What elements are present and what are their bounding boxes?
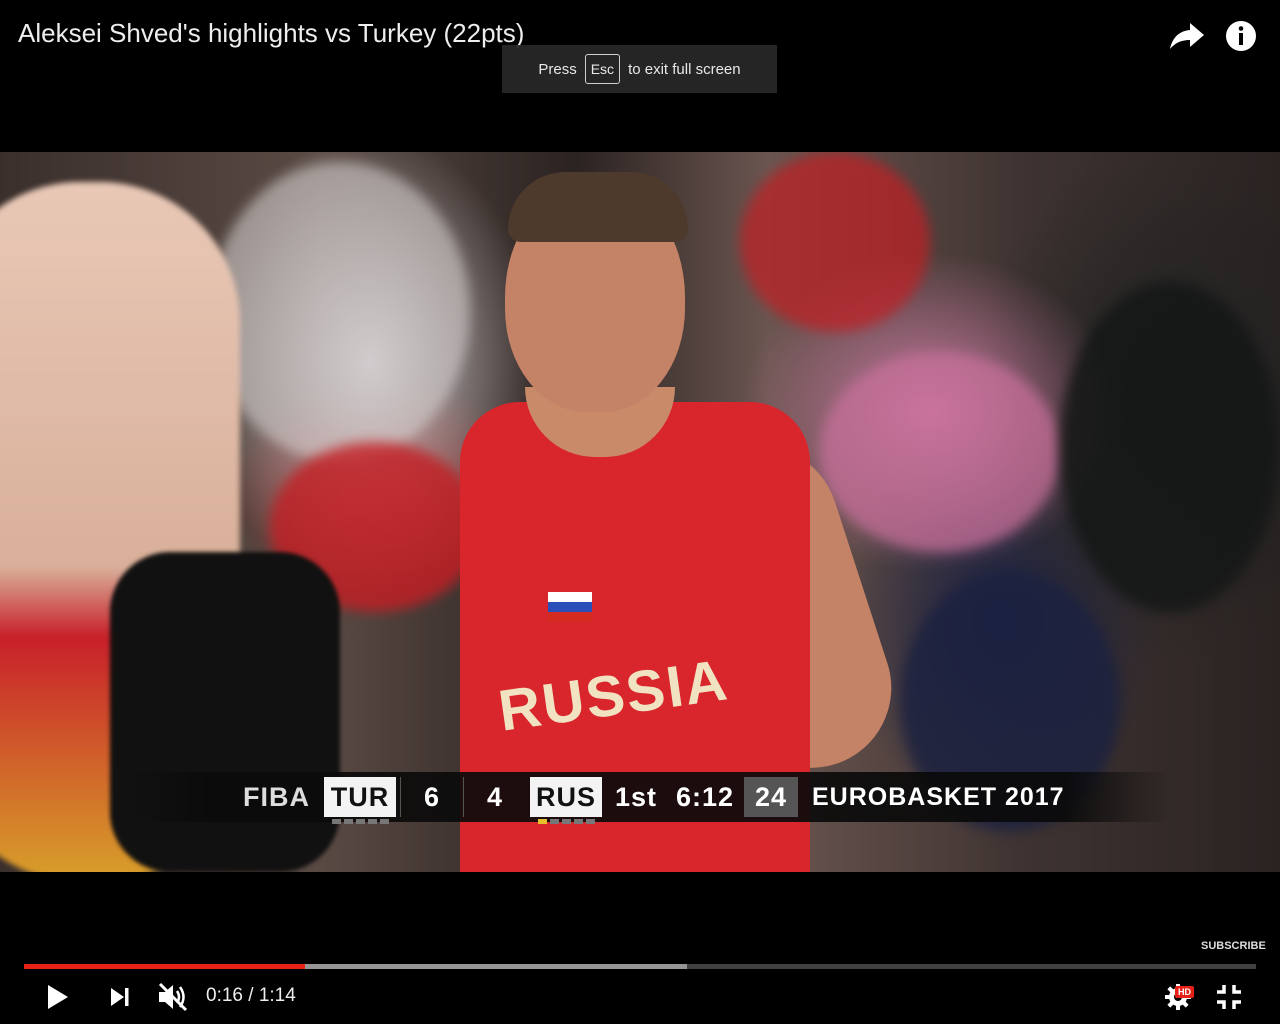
player-hair: [508, 172, 688, 242]
progress-bar[interactable]: [24, 964, 1256, 969]
crowd-figure: [740, 152, 930, 332]
scoreboard-shot-clock: 24: [744, 777, 798, 817]
scoreboard-team-home: TUR: [324, 777, 396, 824]
video-title[interactable]: Aleksei Shved's highlights vs Turkey (22…: [18, 18, 524, 49]
scoreboard-team-away: RUS: [530, 777, 602, 824]
volume-muted-icon: [158, 982, 188, 1012]
team-fouls-indicator: [534, 819, 598, 824]
scoreboard-league: FIBA: [243, 781, 310, 812]
toast-press-label: Press: [538, 60, 577, 78]
duration: 1:14: [258, 985, 296, 1006]
play-button[interactable]: [42, 980, 74, 1014]
scoreboard-game-clock: 6:12: [675, 781, 735, 812]
next-icon: [111, 988, 129, 1006]
mute-button[interactable]: [154, 980, 192, 1014]
team-fouls-indicator: [328, 819, 392, 824]
scoreboard-score-away: 4: [463, 777, 526, 817]
team-home-code: TUR: [330, 781, 390, 812]
scoreboard-overlay: FIBA TUR 6 4 RUS 1st 6:12 24 EUROBASKET …: [130, 772, 1170, 824]
current-time: 0:16: [206, 985, 243, 1006]
fullscreen-toast: Press Esc to exit full screen: [502, 45, 777, 93]
share-icon[interactable]: [1169, 18, 1205, 54]
crowd-figure: [820, 352, 1060, 552]
next-button[interactable]: [104, 980, 136, 1014]
video-frame[interactable]: RUSSIA FIBA TUR 6 4 RUS 1st 6:12 24 EURO…: [0, 152, 1280, 872]
subscribe-watermark[interactable]: SUBSCRIBE: [1201, 940, 1266, 952]
progress-played: [24, 964, 305, 969]
scoreboard-event: EUROBASKET 2017: [812, 782, 1065, 811]
russia-flag-patch: [548, 592, 592, 622]
time-display: 0:16 / 1:14: [206, 985, 296, 1007]
hd-badge: HD: [1175, 986, 1194, 998]
exit-fullscreen-button[interactable]: [1212, 980, 1246, 1014]
esc-key-hint: Esc: [584, 54, 621, 84]
scoreboard-period: 1st: [614, 781, 658, 812]
crowd-figure: [210, 162, 470, 462]
exit-fullscreen-icon: [1217, 985, 1241, 1009]
foreground-arm-sleeve: [110, 552, 340, 872]
scoreboard-score-home: 6: [400, 777, 463, 817]
time-separator: /: [242, 985, 259, 1006]
play-icon: [48, 985, 68, 1009]
info-icon[interactable]: [1223, 18, 1259, 54]
toast-message: to exit full screen: [628, 60, 741, 78]
crowd-figure: [1060, 282, 1280, 612]
team-away-code: RUS: [536, 781, 597, 812]
